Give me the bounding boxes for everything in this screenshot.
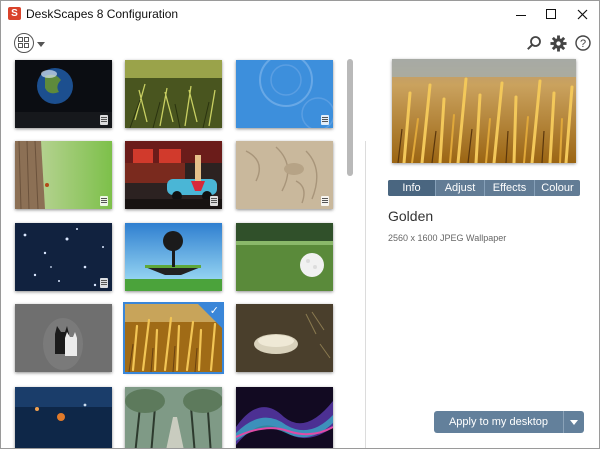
main-window: S DeskScapes 8 Configuration ? ✓ Info Ad…: [0, 0, 600, 449]
wallpaper-thumb-tree[interactable]: [15, 141, 112, 209]
tab-colour[interactable]: Colour: [534, 180, 580, 196]
window-title: DeskScapes 8 Configuration: [26, 7, 179, 21]
wallpaper-thumb-cats[interactable]: [15, 304, 112, 372]
tab-info[interactable]: Info: [388, 180, 435, 196]
wallpaper-thumb-golden[interactable]: ✓: [123, 302, 224, 374]
maximize-button[interactable]: [534, 1, 568, 27]
wallpaper-thumb-alley[interactable]: [125, 387, 222, 448]
gear-icon: [549, 34, 567, 52]
animated-badge-icon: [210, 196, 218, 206]
vertical-scrollbar[interactable]: [346, 57, 354, 448]
wallpaper-thumb-stars[interactable]: [15, 223, 112, 291]
apply-to-desktop-button[interactable]: Apply to my desktop: [434, 411, 563, 433]
wallpaper-preview: [392, 59, 576, 163]
close-button[interactable]: [565, 1, 599, 27]
checkmark-icon: ✓: [209, 305, 219, 317]
wallpaper-thumb-plants[interactable]: [125, 60, 222, 128]
help-icon: ?: [575, 35, 591, 51]
chevron-down-icon: [570, 419, 578, 425]
wallpaper-title: Golden: [388, 208, 434, 224]
search-icon: [527, 36, 541, 50]
scrollbar-thumb[interactable]: [347, 59, 353, 176]
apply-options-dropdown[interactable]: [563, 411, 584, 433]
animated-badge-icon: [321, 115, 329, 125]
tab-effects[interactable]: Effects: [484, 180, 534, 196]
wallpaper-thumb-sand[interactable]: [236, 141, 333, 209]
wallpaper-details: 2560 x 1600 JPEG Wallpaper: [388, 233, 507, 243]
wallpaper-thumb-diner[interactable]: [125, 141, 222, 209]
view-mode-button[interactable]: [14, 33, 48, 53]
help-button[interactable]: ?: [574, 34, 592, 52]
search-button[interactable]: [525, 34, 543, 52]
animated-badge-icon: [321, 196, 329, 206]
wallpaper-grid[interactable]: ✓: [1, 57, 346, 448]
minimize-button[interactable]: [504, 1, 538, 27]
wallpaper-thumb-island[interactable]: [125, 223, 222, 291]
wallpaper-thumb-blue[interactable]: [236, 60, 333, 128]
minimize-icon: [516, 14, 526, 16]
animated-badge-icon: [100, 196, 108, 206]
maximize-icon: [546, 9, 556, 19]
panel-divider: [365, 141, 366, 448]
wallpaper-thumb-aurora[interactable]: [236, 387, 333, 448]
wallpaper-thumb-earth[interactable]: [15, 60, 112, 128]
settings-button[interactable]: [549, 34, 567, 52]
title-bar[interactable]: S DeskScapes 8 Configuration: [1, 1, 599, 27]
svg-text:?: ?: [580, 38, 586, 50]
chevron-down-icon: [37, 41, 45, 47]
animated-badge-icon: [100, 115, 108, 125]
close-icon: [577, 9, 587, 19]
wallpaper-thumb-stone[interactable]: [236, 304, 333, 372]
apply-button-group[interactable]: Apply to my desktop: [434, 411, 584, 433]
app-logo-icon: S: [8, 7, 21, 20]
wallpaper-thumb-planets[interactable]: [15, 387, 112, 448]
view-mode-icon: [14, 33, 34, 53]
animated-badge-icon: [100, 278, 108, 288]
detail-tabs[interactable]: Info Adjust Effects Colour: [388, 180, 580, 196]
tab-adjust[interactable]: Adjust: [435, 180, 484, 196]
wallpaper-thumb-golf[interactable]: [236, 223, 333, 291]
